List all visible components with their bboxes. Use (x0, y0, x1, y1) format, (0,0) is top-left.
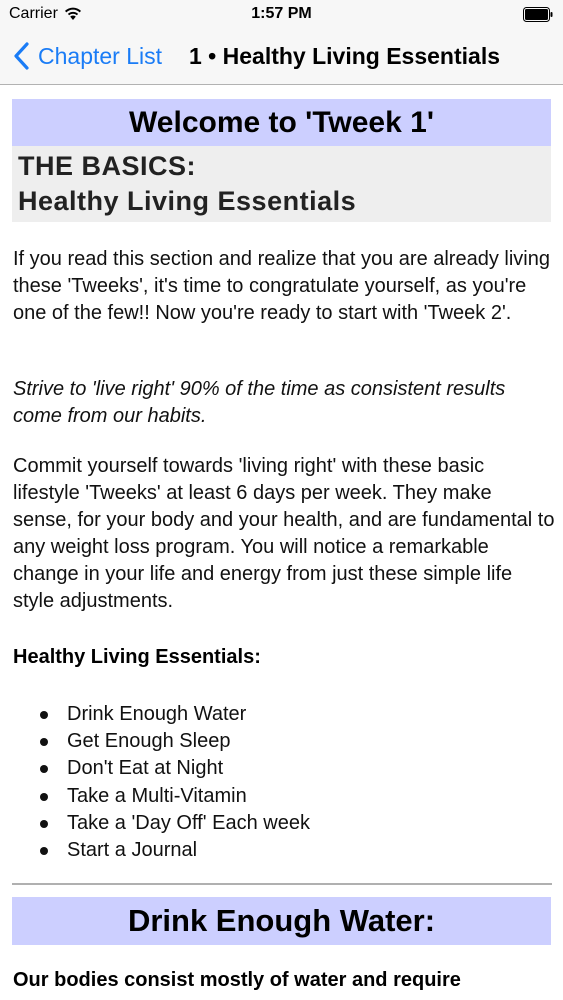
status-bar: Carrier 1:57 PM (0, 0, 563, 30)
commit-paragraph: Commit yourself towards 'living right' w… (13, 455, 555, 612)
battery-icon (523, 7, 553, 22)
bullet-icon (40, 792, 48, 801)
list-item: Don't Eat at Night (36, 755, 310, 782)
intro-paragraph: If you read this section and realize tha… (13, 248, 550, 324)
list-item: Take a 'Day Off' Each week (36, 810, 310, 837)
bullet-icon (40, 819, 48, 828)
list-item-label: Take a 'Day Off' Each week (67, 811, 310, 834)
bullet-icon (40, 738, 48, 747)
bullet-icon (40, 765, 48, 774)
essentials-heading: Healthy Living Essentials: (13, 646, 261, 668)
essentials-list: Drink Enough Water Get Enough Sleep Don'… (36, 701, 310, 864)
list-item-label: Get Enough Sleep (67, 730, 231, 753)
welcome-heading: Welcome to 'Tweek 1' (12, 99, 551, 146)
basics-heading-block: THE BASICS: Healthy Living Essentials (12, 146, 551, 222)
article-content[interactable]: Welcome to 'Tweek 1' THE BASICS: Healthy… (0, 85, 563, 1000)
list-item-label: Drink Enough Water (67, 703, 247, 725)
list-item: Get Enough Sleep (36, 728, 310, 755)
back-button-label: Chapter List (38, 42, 163, 69)
habits-paragraph: Strive to 'live right' 90% of the time a… (13, 378, 506, 427)
status-time: 1:57 PM (251, 5, 312, 22)
list-item-label: Start a Journal (67, 839, 198, 862)
back-button[interactable]: Chapter List (12, 41, 162, 71)
list-item: Drink Enough Water (36, 701, 310, 728)
bullet-icon (40, 711, 48, 719)
page-title: 1 • Healthy Living Essentials (189, 43, 500, 69)
list-item-label: Don't Eat at Night (67, 757, 224, 780)
water-heading: Drink Enough Water: (12, 897, 551, 945)
bullet-icon (40, 847, 48, 856)
section-divider (12, 883, 552, 885)
basics-heading-line1: THE BASICS: (18, 151, 197, 181)
navigation-bar: Chapter List 1 • Healthy Living Essentia… (0, 30, 563, 85)
list-item-label: Take a Multi-Vitamin (67, 784, 247, 807)
chevron-left-icon (14, 42, 29, 70)
basics-heading-line2: Healthy Living Essentials (18, 186, 357, 216)
water-intro-text: Our bodies consist mostly of water and r… (13, 969, 461, 991)
list-item: Start a Journal (36, 837, 310, 864)
list-item: Take a Multi-Vitamin (36, 783, 310, 810)
